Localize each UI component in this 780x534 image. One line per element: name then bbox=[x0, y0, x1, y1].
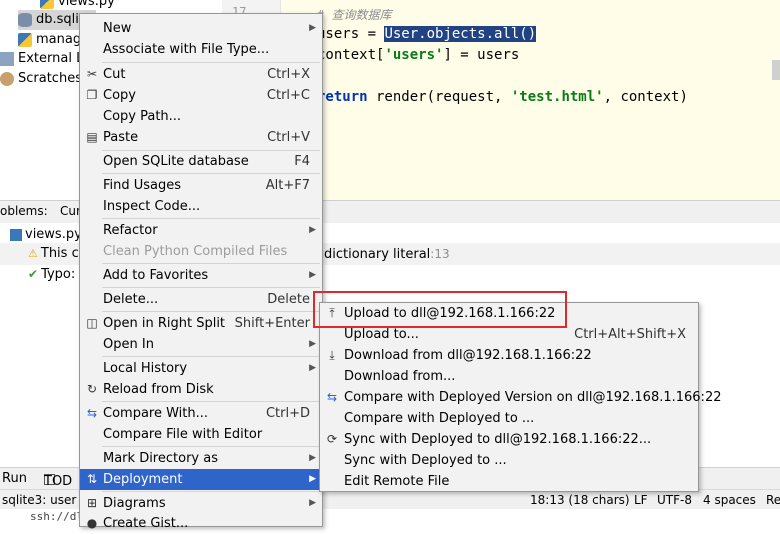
menu-item-download-default[interactable]: ⤓ Download from dll@192.168.1.166:22 bbox=[320, 345, 698, 366]
menu-item-open-in[interactable]: Open In ▶ bbox=[80, 334, 322, 355]
spellcheck-icon: ✔ bbox=[28, 267, 39, 281]
code-editor[interactable]: # 查询数据库 users = User.objects.all() conte… bbox=[281, 0, 780, 200]
menu-item-download-from[interactable]: Download from... bbox=[320, 366, 698, 387]
indent-setting[interactable]: 4 spaces bbox=[703, 493, 756, 507]
submenu-arrow-icon: ▶ bbox=[309, 225, 316, 235]
split-icon: ◫ bbox=[86, 316, 98, 330]
file-encoding[interactable]: UTF-8 bbox=[657, 493, 692, 507]
copy-icon: ❐ bbox=[86, 88, 98, 102]
code-string: 'test.html' bbox=[510, 89, 604, 105]
menu-separator bbox=[102, 62, 320, 63]
code-text: , context) bbox=[603, 89, 688, 105]
menu-item-copy[interactable]: ❐ Copy Ctrl+C bbox=[80, 85, 322, 106]
menu-item-copy-path[interactable]: Copy Path... bbox=[80, 106, 322, 127]
menu-separator bbox=[102, 218, 320, 219]
submenu-arrow-icon: ▶ bbox=[309, 474, 316, 484]
menu-separator bbox=[102, 263, 320, 264]
paste-icon: ▤ bbox=[86, 130, 98, 144]
line-separator[interactable]: LF bbox=[634, 493, 648, 507]
code-text: ] = users bbox=[443, 47, 520, 63]
menu-item-clean-compiled: Clean Python Compiled Files bbox=[103, 244, 288, 259]
menu-separator bbox=[102, 446, 320, 447]
code-line-return: return render(request, 'test.html', cont… bbox=[317, 89, 688, 105]
code-keyword: return bbox=[317, 89, 368, 105]
cut-icon: ✂ bbox=[86, 67, 98, 81]
code-line-context: context['users'] = users bbox=[317, 47, 519, 63]
submenu-arrow-icon: ▶ bbox=[309, 453, 316, 463]
editor-scrollbar[interactable] bbox=[772, 60, 780, 80]
submenu-arrow-icon: ▶ bbox=[309, 270, 316, 280]
submenu-arrow-icon: ▶ bbox=[309, 339, 316, 349]
submenu-arrow-icon: ▶ bbox=[309, 498, 316, 508]
problem-typo-row[interactable]: ✔ Typo: bbox=[28, 264, 75, 284]
library-icon bbox=[0, 51, 14, 66]
menu-item-compare-editor[interactable]: Compare File with Editor bbox=[80, 424, 322, 445]
menu-separator bbox=[102, 356, 320, 357]
deployment-submenu: ⤒ Upload to dll@192.168.1.166:22 Upload t… bbox=[319, 302, 722, 492]
menu-item-paste[interactable]: ▤ Paste Ctrl+V bbox=[80, 127, 322, 148]
status-trailing[interactable]: Re bbox=[766, 493, 780, 507]
code-text: render(request, bbox=[367, 89, 511, 105]
menu-separator bbox=[102, 491, 320, 492]
code-comment: # 查询数据库 bbox=[317, 8, 392, 22]
menu-item-local-history[interactable]: Local History ▶ bbox=[80, 358, 322, 379]
menu-item-add-favorites[interactable]: Add to Favorites ▶ bbox=[80, 265, 322, 286]
menu-item-compare-deployed-to[interactable]: Compare with Deployed to ... bbox=[320, 408, 698, 429]
compare-deployed-icon: ⇆ bbox=[326, 390, 338, 404]
menu-item-associate-file-type[interactable]: Associate with File Type... bbox=[80, 39, 322, 60]
problem-file-row[interactable]: views.py bbox=[10, 225, 82, 245]
deployment-icon: ⇅ bbox=[86, 472, 98, 486]
menu-item-open-right-split[interactable]: ◫ Open in Right Split Shift+Enter bbox=[80, 313, 322, 334]
menu-item-reload-disk[interactable]: ↻ Reload from Disk bbox=[80, 379, 322, 400]
submenu-arrow-icon: ▶ bbox=[309, 23, 316, 33]
menu-item-find-usages[interactable]: Find Usages Alt+F7 bbox=[80, 175, 322, 196]
reload-icon: ↻ bbox=[86, 382, 98, 396]
code-line-users: users = User.objects.all() bbox=[317, 26, 537, 42]
code-text: context[ bbox=[317, 47, 385, 63]
menu-item-inspect-code[interactable]: Inspect Code... bbox=[80, 196, 322, 217]
tab-current-file[interactable]: Cur bbox=[60, 204, 81, 218]
menu-item-open-sqlite[interactable]: Open SQLite database F4 bbox=[80, 151, 322, 172]
menu-item-refactor[interactable]: Refactor ▶ bbox=[80, 220, 322, 241]
menu-item-mark-directory[interactable]: Mark Directory as ▶ bbox=[80, 448, 322, 469]
context-menu: New ▶ Associate with File Type... ✂ Cut Ctr… bbox=[79, 13, 323, 531]
menu-separator bbox=[102, 173, 320, 174]
menu-separator bbox=[102, 311, 320, 312]
menu-item-sync-to[interactable]: Sync with Deployed to ... bbox=[320, 450, 698, 471]
menu-item-deployment[interactable]: ⇅ Deployment ▶ bbox=[80, 469, 322, 490]
run-tab[interactable]: Run bbox=[2, 471, 27, 486]
code-text: users = bbox=[317, 26, 385, 42]
menu-separator bbox=[102, 401, 320, 402]
status-message: sqlite3: user s bbox=[2, 493, 87, 507]
code-selection: User.objects.all() bbox=[384, 26, 537, 42]
diagrams-icon: ⊞ bbox=[86, 496, 98, 510]
highlight-annotation-box bbox=[313, 291, 567, 328]
menu-item-sync-default[interactable]: ⟳ Sync with Deployed to dll@192.168.1.166… bbox=[320, 429, 698, 450]
menu-item-delete[interactable]: Delete... Delete bbox=[80, 289, 322, 310]
github-icon: ● bbox=[86, 516, 98, 530]
warning-icon: ⚠ bbox=[28, 247, 38, 260]
code-string: 'users' bbox=[384, 47, 444, 63]
menu-item-compare-with[interactable]: ⇆ Compare With... Ctrl+D bbox=[80, 403, 322, 424]
python-file-icon bbox=[40, 0, 54, 9]
compare-icon: ⇆ bbox=[86, 406, 98, 420]
caret-position[interactable]: 18:13 (18 chars) bbox=[530, 493, 630, 507]
database-file-icon bbox=[18, 12, 32, 27]
scratches-icon bbox=[0, 71, 14, 86]
python-file-icon bbox=[18, 32, 32, 47]
menu-item-create-gist[interactable]: ● Create Gist... bbox=[80, 513, 322, 534]
download-icon: ⤓ bbox=[329, 348, 335, 362]
menu-item-cut[interactable]: ✂ Cut Ctrl+X bbox=[80, 64, 322, 85]
menu-item-compare-deployed-default[interactable]: ⇆ Compare with Deployed Version on dll@19… bbox=[320, 387, 722, 408]
sync-icon: ⟳ bbox=[326, 432, 338, 446]
menu-item-edit-remote[interactable]: Edit Remote File bbox=[320, 471, 698, 492]
python-file-icon bbox=[10, 228, 22, 241]
problem-warning-row[interactable]: ⚠ This c bbox=[28, 244, 79, 264]
menu-item-new[interactable]: New ▶ bbox=[80, 18, 322, 39]
tab-problems[interactable]: oblems: bbox=[0, 204, 48, 218]
menu-separator bbox=[102, 287, 320, 288]
submenu-arrow-icon: ▶ bbox=[309, 363, 316, 373]
menu-item-diagrams[interactable]: ⊞ Diagrams ▶ bbox=[80, 493, 322, 514]
problem-warning-text: dictionary literal:13 bbox=[324, 247, 450, 262]
